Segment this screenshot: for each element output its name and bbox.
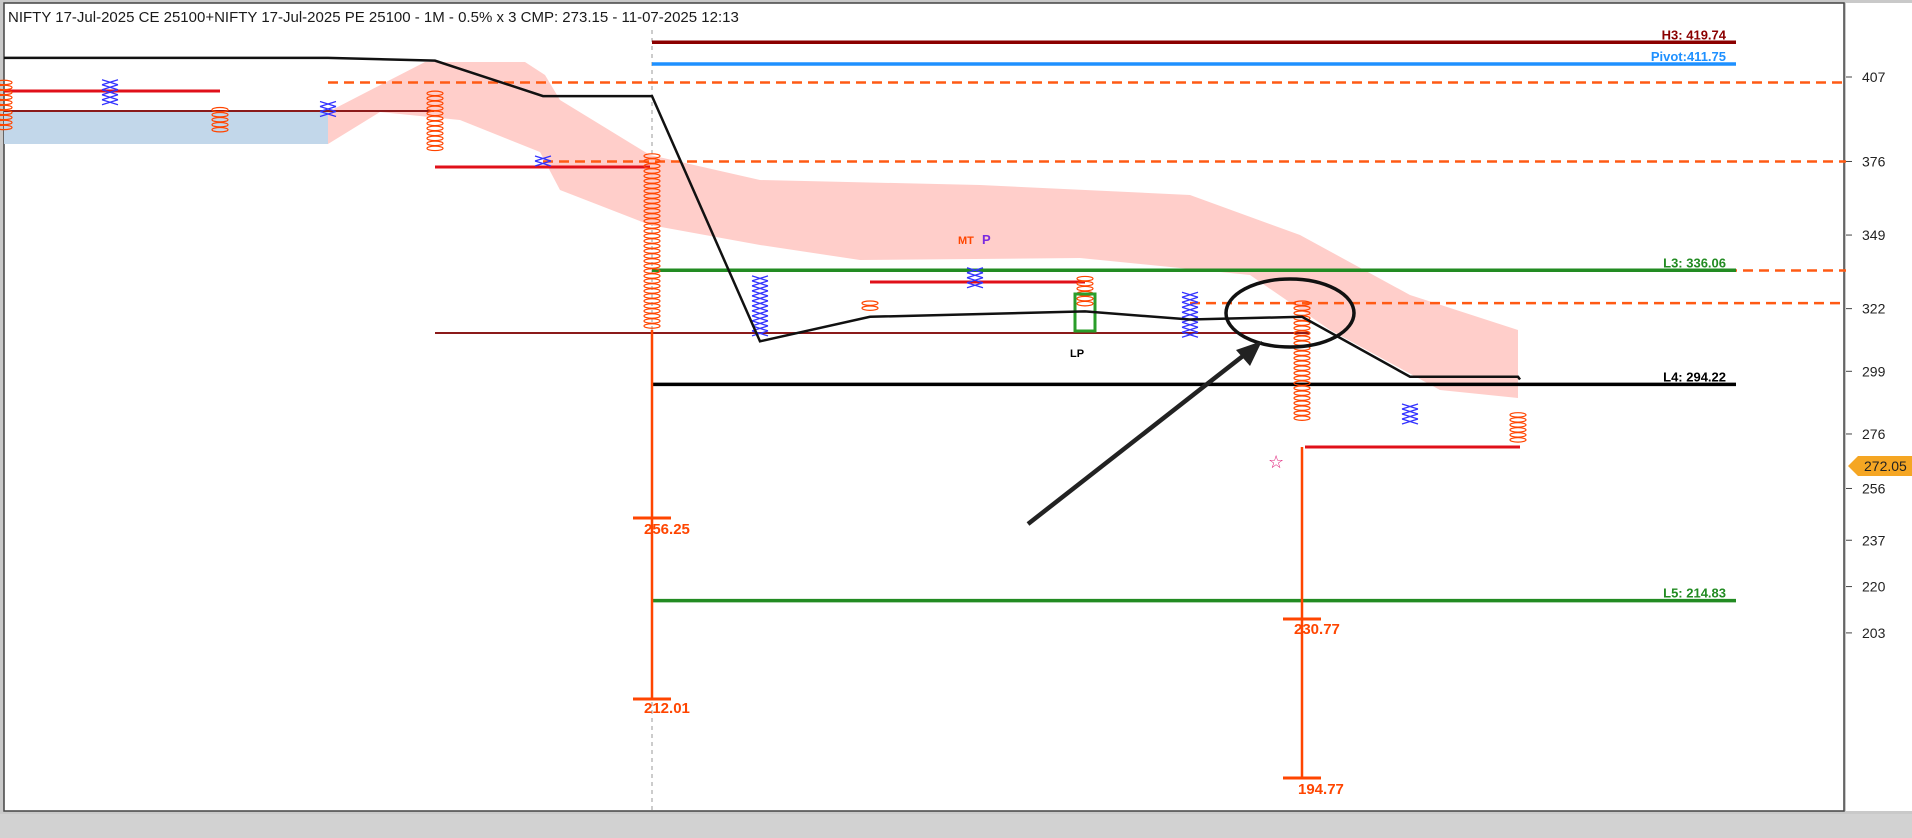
support-label-3: 230.77	[1294, 621, 1340, 638]
shaded-zone	[4, 112, 328, 144]
support-label-2: 212.01	[644, 700, 690, 717]
chart-title: NIFTY 17-Jul-2025 CE 25100+NIFTY 17-Jul-…	[8, 9, 739, 26]
support-label-4: 194.77	[1298, 781, 1344, 798]
horizontal-scrollbar[interactable]	[0, 814, 1912, 838]
y-tick-label: 237	[1862, 532, 1886, 548]
pivot-level-label: L5: 214.83	[1663, 586, 1726, 601]
p-marker: P	[982, 232, 991, 247]
price-chart[interactable]: NIFTY 17-Jul-2025 CE 25100+NIFTY 17-Jul-…	[0, 0, 1912, 838]
star-icon: ☆	[1268, 452, 1284, 473]
chart-window: NIFTY 17-Jul-2025 CE 25100+NIFTY 17-Jul-…	[0, 0, 1912, 838]
current-price-label: 272.05	[1864, 458, 1907, 474]
pivot-level-label: Pivot:411.75	[1651, 49, 1726, 64]
y-tick-label: 299	[1862, 363, 1886, 379]
y-tick-label: 276	[1862, 426, 1886, 442]
y-tick-label: 407	[1862, 69, 1886, 85]
y-tick-label: 203	[1862, 625, 1886, 641]
support-label-1: 256.25	[644, 521, 690, 538]
pivot-level-label: H3: 419.74	[1662, 27, 1727, 42]
y-tick-label: 220	[1862, 579, 1886, 595]
y-axis-panel	[1846, 3, 1912, 811]
lp-marker: LP	[1070, 348, 1084, 360]
y-tick-label: 349	[1862, 227, 1886, 243]
pivot-level-label: L3: 336.06	[1663, 255, 1726, 270]
y-tick-label: 256	[1862, 480, 1886, 496]
y-tick-label: 376	[1862, 153, 1886, 169]
pivot-level-label: L4: 294.22	[1663, 369, 1726, 384]
mt-marker: MT	[958, 235, 974, 247]
y-tick-label: 322	[1862, 301, 1886, 317]
